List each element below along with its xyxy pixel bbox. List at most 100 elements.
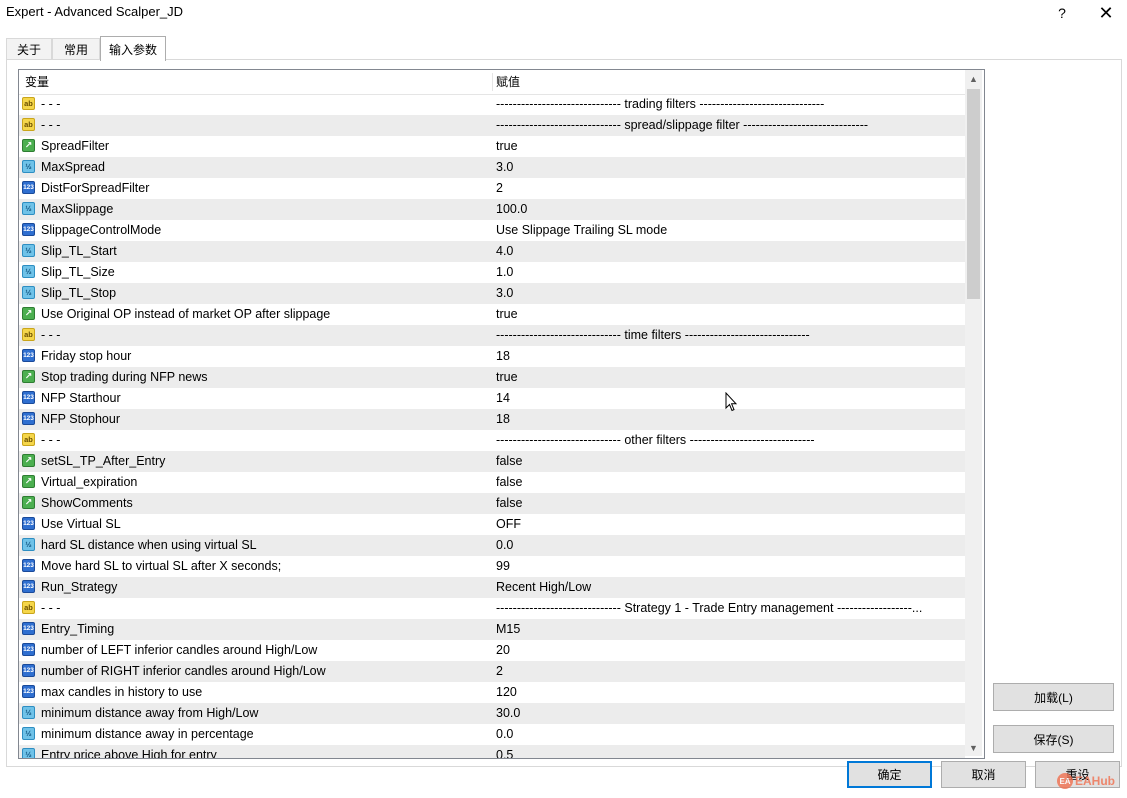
param-row[interactable]: ↗ Use Original OP instead of market OP af… xyxy=(19,304,965,325)
param-value[interactable]: 100.0 xyxy=(496,199,964,220)
param-row[interactable]: ½ Slip_TL_Size 1.0 xyxy=(19,262,965,283)
param-row[interactable]: 123 Move hard SL to virtual SL after X se… xyxy=(19,556,965,577)
param-value[interactable]: 2 xyxy=(496,661,964,682)
param-value[interactable]: 1.0 xyxy=(496,262,964,283)
param-value[interactable]: M15 xyxy=(496,619,964,640)
param-row[interactable]: ½ MaxSlippage 100.0 xyxy=(19,199,965,220)
column-header-variable[interactable]: 变量 xyxy=(25,70,49,94)
param-value[interactable]: true xyxy=(496,136,964,157)
param-value[interactable]: 120 xyxy=(496,682,964,703)
param-value[interactable]: ------------------------------ trading f… xyxy=(496,94,964,115)
param-row[interactable]: ½ MaxSpread 3.0 xyxy=(19,157,965,178)
parameters-grid: 变量 赋值 ab - - - ---------------------------… xyxy=(18,69,985,759)
param-value[interactable]: 99 xyxy=(496,556,964,577)
param-row[interactable]: ab - - - ------------------------------ ot… xyxy=(19,430,965,451)
param-row[interactable]: ↗ SpreadFilter true xyxy=(19,136,965,157)
string-param-icon: ab xyxy=(22,433,35,446)
param-name: number of RIGHT inferior candles around … xyxy=(41,664,326,678)
param-name: - - - xyxy=(41,328,61,342)
param-name: ShowComments xyxy=(41,496,133,510)
param-value[interactable]: ------------------------------ time filt… xyxy=(496,325,964,346)
param-row[interactable]: ab - - - ------------------------------ sp… xyxy=(19,115,965,136)
param-value[interactable]: Recent High/Low xyxy=(496,577,964,598)
param-value[interactable]: OFF xyxy=(496,514,964,535)
param-name: Entry price above High for entry xyxy=(41,748,217,759)
param-value[interactable]: 0.0 xyxy=(496,724,964,745)
bool-param-icon: ↗ xyxy=(22,475,35,488)
param-value[interactable]: 30.0 xyxy=(496,703,964,724)
param-row[interactable]: ab - - - ------------------------------ tr… xyxy=(19,94,965,115)
int-param-icon: 123 xyxy=(22,391,35,404)
scroll-down-icon[interactable]: ▼ xyxy=(965,739,982,756)
param-row[interactable]: ½ Slip_TL_Stop 3.0 xyxy=(19,283,965,304)
param-value[interactable]: 3.0 xyxy=(496,283,964,304)
param-value[interactable]: true xyxy=(496,367,964,388)
param-row[interactable]: ↗ Stop trading during NFP news true xyxy=(19,367,965,388)
param-value[interactable]: false xyxy=(496,493,964,514)
param-name: minimum distance away in percentage xyxy=(41,727,254,741)
param-row[interactable]: ½ hard SL distance when using virtual SL 0… xyxy=(19,535,965,556)
param-row[interactable]: 123 Use Virtual SL OFF xyxy=(19,514,965,535)
vertical-scrollbar[interactable]: ▲ ▼ xyxy=(965,70,982,756)
param-row[interactable]: 123 NFP Starthour 14 xyxy=(19,388,965,409)
param-value[interactable]: true xyxy=(496,304,964,325)
param-row[interactable]: ↗ ShowComments false xyxy=(19,493,965,514)
param-name: - - - xyxy=(41,601,61,615)
param-row[interactable]: 123 number of RIGHT inferior candles arou… xyxy=(19,661,965,682)
param-row[interactable]: 123 Friday stop hour 18 xyxy=(19,346,965,367)
param-row[interactable]: ½ Slip_TL_Start 4.0 xyxy=(19,241,965,262)
param-value[interactable]: Use Slippage Trailing SL mode xyxy=(496,220,964,241)
param-value[interactable]: ------------------------------ spread/sl… xyxy=(496,115,964,136)
param-name: max candles in history to use xyxy=(41,685,203,699)
double-param-icon: ½ xyxy=(22,286,35,299)
param-row[interactable]: 123 Entry_Timing M15 xyxy=(19,619,965,640)
int-param-icon: 123 xyxy=(22,664,35,677)
param-value[interactable]: 20 xyxy=(496,640,964,661)
param-value[interactable]: 18 xyxy=(496,346,964,367)
double-param-icon: ½ xyxy=(22,244,35,257)
mouse-cursor-icon xyxy=(725,392,737,412)
param-row[interactable]: ab - - - ------------------------------ ti… xyxy=(19,325,965,346)
param-value[interactable]: 4.0 xyxy=(496,241,964,262)
close-button[interactable]: ✕ xyxy=(1086,0,1126,26)
double-param-icon: ½ xyxy=(22,727,35,740)
param-value[interactable]: 0.5 xyxy=(496,745,964,758)
param-value[interactable]: ------------------------------ Strategy … xyxy=(496,598,964,619)
scroll-up-icon[interactable]: ▲ xyxy=(965,70,982,87)
column-header-value[interactable]: 赋值 xyxy=(496,70,520,94)
cancel-button[interactable]: 取消 xyxy=(941,761,1026,788)
param-value[interactable]: false xyxy=(496,451,964,472)
save-button[interactable]: 保存(S) xyxy=(993,725,1114,753)
double-param-icon: ½ xyxy=(22,160,35,173)
param-row[interactable]: ab - - - ------------------------------ St… xyxy=(19,598,965,619)
param-row[interactable]: ½ minimum distance away in percentage 0.0 xyxy=(19,724,965,745)
param-name: Use Original OP instead of market OP aft… xyxy=(41,307,331,321)
param-value[interactable]: 18 xyxy=(496,409,964,430)
param-name: Move hard SL to virtual SL after X secon… xyxy=(41,559,282,573)
param-row[interactable]: ↗ setSL_TP_After_Entry false xyxy=(19,451,965,472)
column-separator[interactable] xyxy=(492,73,493,91)
param-row[interactable]: ½ minimum distance away from High/Low 30.0 xyxy=(19,703,965,724)
param-row[interactable]: 123 SlippageControlMode Use Slippage Trail… xyxy=(19,220,965,241)
load-button[interactable]: 加载(L) xyxy=(993,683,1114,711)
param-value[interactable]: 2 xyxy=(496,178,964,199)
param-row[interactable]: 123 DistForSpreadFilter 2 xyxy=(19,178,965,199)
ok-button[interactable]: 确定 xyxy=(847,761,932,788)
param-row[interactable]: 123 number of LEFT inferior candles aroun… xyxy=(19,640,965,661)
param-value[interactable]: false xyxy=(496,472,964,493)
tab-common[interactable]: 常用 xyxy=(52,38,100,60)
param-row[interactable]: ½ Entry price above High for entry 0.5 xyxy=(19,745,965,759)
tab-about[interactable]: 关于 xyxy=(6,38,52,60)
param-row[interactable]: 123 NFP Stophour 18 xyxy=(19,409,965,430)
scrollbar-thumb[interactable] xyxy=(967,89,980,299)
param-row[interactable]: 123 Run_Strategy Recent High/Low xyxy=(19,577,965,598)
param-row[interactable]: 123 max candles in history to use 120 xyxy=(19,682,965,703)
tab-inputs[interactable]: 输入参数 xyxy=(100,36,166,61)
help-button[interactable]: ? xyxy=(1042,0,1082,26)
param-value[interactable]: ------------------------------ other fil… xyxy=(496,430,964,451)
watermark: EA EAHub xyxy=(1057,773,1115,789)
param-row[interactable]: ↗ Virtual_expiration false xyxy=(19,472,965,493)
param-value[interactable]: 3.0 xyxy=(496,157,964,178)
bool-param-icon: ↗ xyxy=(22,454,35,467)
param-value[interactable]: 0.0 xyxy=(496,535,964,556)
